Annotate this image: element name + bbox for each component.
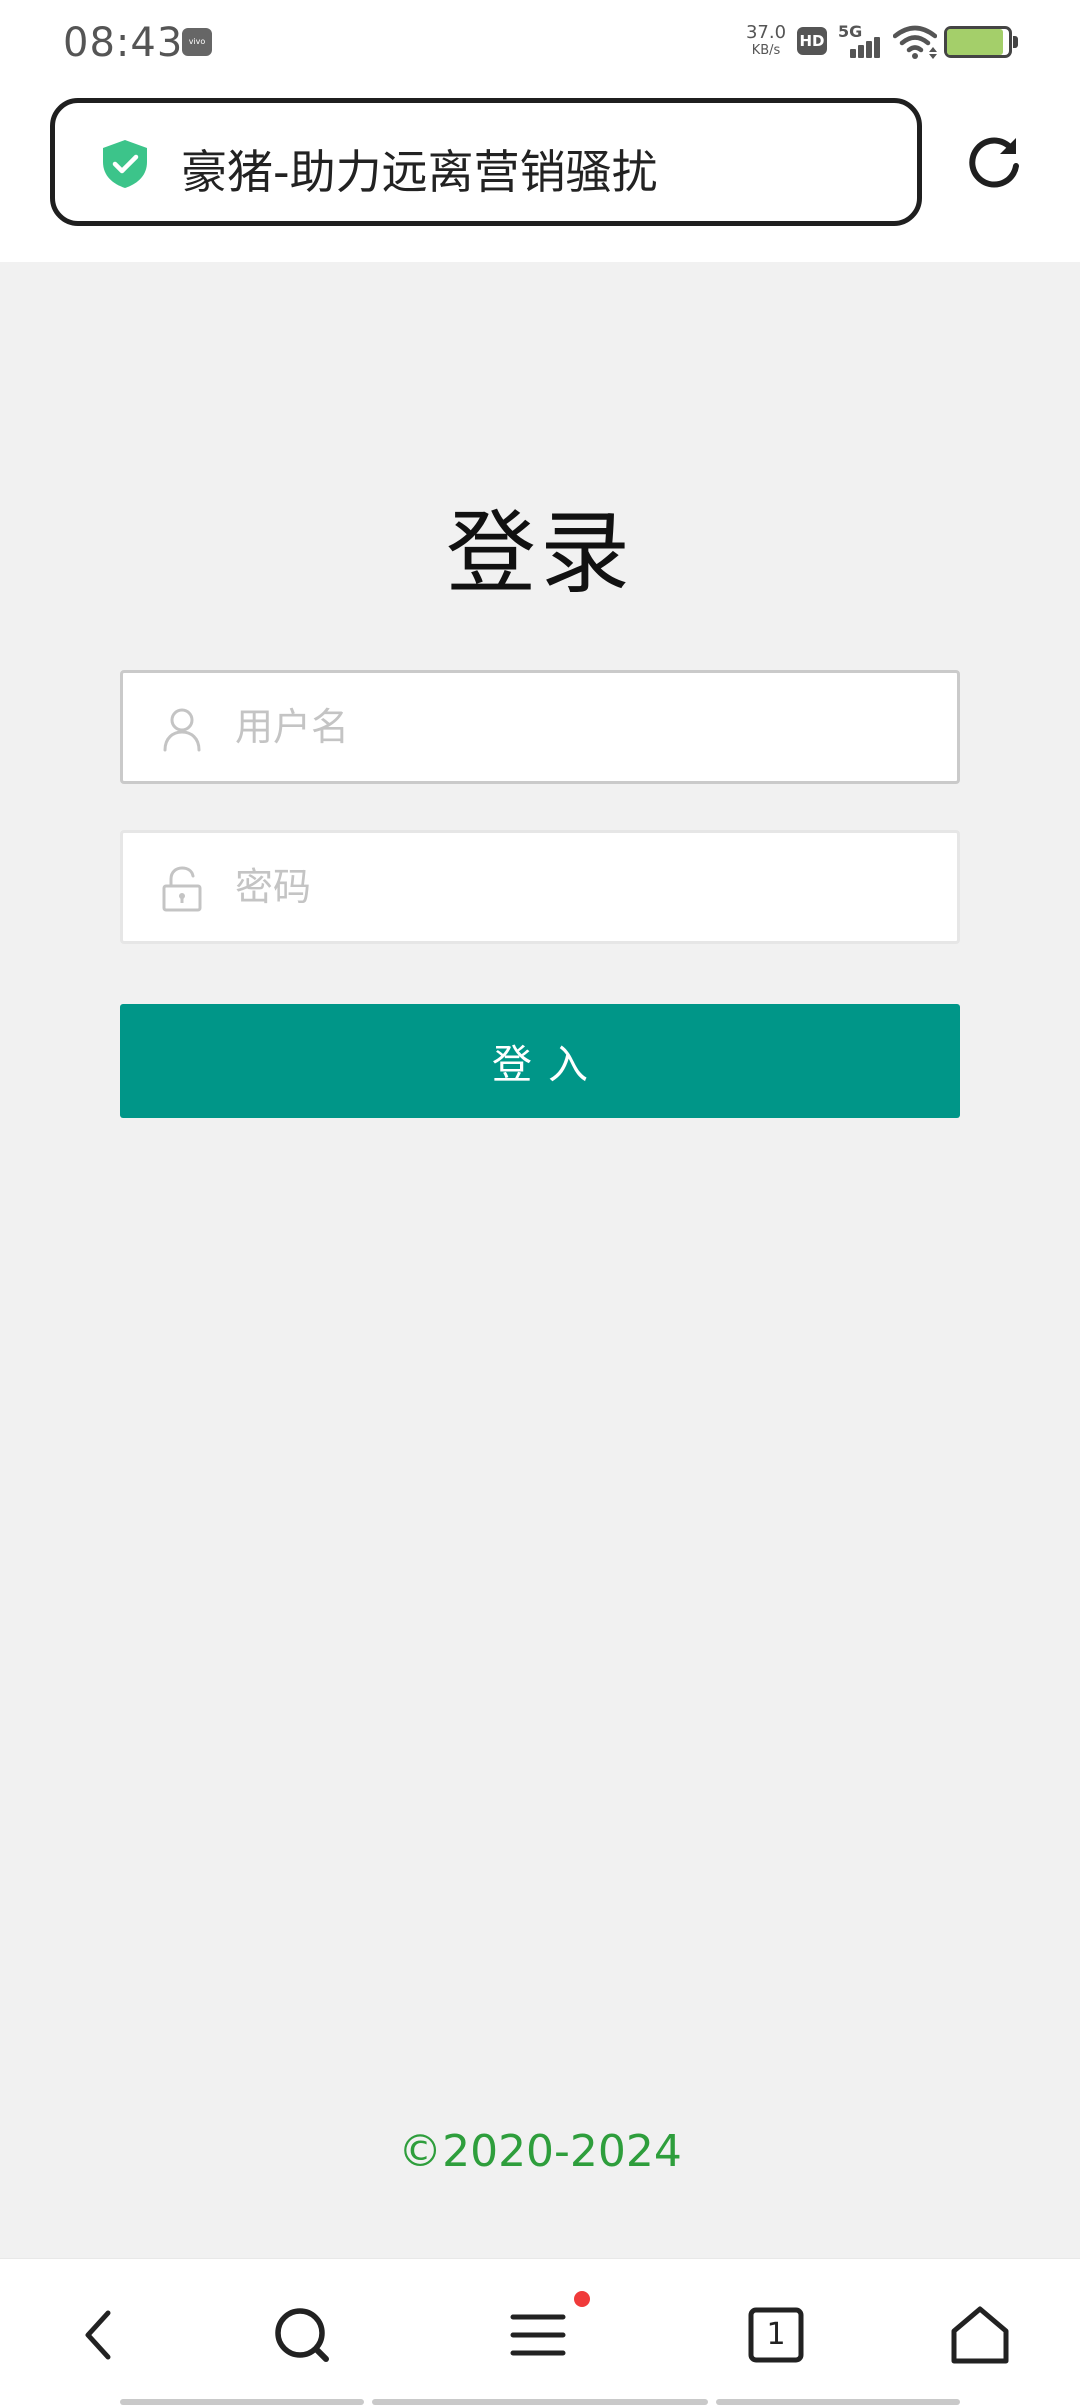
tab-count: 1	[766, 2317, 786, 2352]
home-icon	[951, 2306, 1009, 2364]
hamburger-menu-icon	[510, 2314, 566, 2356]
bottom-navigation: 1	[0, 2258, 1080, 2408]
search-icon	[275, 2308, 329, 2362]
username-input[interactable]	[235, 673, 935, 781]
network-type-label: 5G	[838, 22, 863, 41]
battery-icon	[944, 26, 1018, 58]
cellular-signal-icon: 5G	[838, 22, 884, 62]
user-icon	[163, 708, 201, 752]
address-bar[interactable]: 豪猪-助力远离营销骚扰	[50, 98, 922, 226]
nav-tabs-button[interactable]: 1	[740, 2299, 812, 2371]
vendor-badge-icon: vivo	[182, 28, 212, 56]
login-page: 登录 登入 ©2020-2024	[0, 262, 1080, 2258]
wifi-icon	[893, 25, 937, 59]
nav-back-button[interactable]	[64, 2299, 136, 2371]
gesture-bar-segment	[716, 2399, 960, 2405]
nav-home-button[interactable]	[944, 2299, 1016, 2371]
page-title: 豪猪-助力远离营销骚扰	[181, 145, 658, 199]
nav-search-button[interactable]	[266, 2299, 338, 2371]
nav-menu-button[interactable]	[502, 2299, 574, 2371]
copyright-text: ©2020-2024	[398, 2126, 682, 2177]
status-time: 08:43	[63, 20, 184, 66]
password-field[interactable]	[120, 830, 960, 944]
password-input[interactable]	[235, 833, 935, 941]
network-speed-unit: KB/s	[751, 43, 781, 58]
notification-dot	[574, 2291, 590, 2307]
gesture-bar-segment	[372, 2399, 708, 2405]
battery-level-fill	[947, 29, 1003, 55]
network-speed: 37.0 KB/s	[742, 22, 790, 58]
chevron-left-icon	[85, 2310, 111, 2360]
refresh-icon[interactable]	[964, 132, 1024, 192]
network-speed-value: 37.0	[745, 22, 787, 43]
username-field[interactable]	[120, 670, 960, 784]
shield-check-icon	[103, 140, 147, 188]
login-button[interactable]: 登入	[120, 1004, 960, 1118]
gesture-bar-segment	[120, 2399, 364, 2405]
lock-icon	[162, 866, 202, 912]
browser-screen: 08:43 vivo 37.0 KB/s HD 5G 豪猪-助力远离营销骚扰 登…	[0, 0, 1080, 2408]
status-bar: 08:43 vivo 37.0 KB/s HD 5G	[0, 0, 1080, 86]
hd-icon: HD	[797, 27, 827, 55]
login-title: 登录	[446, 501, 634, 606]
